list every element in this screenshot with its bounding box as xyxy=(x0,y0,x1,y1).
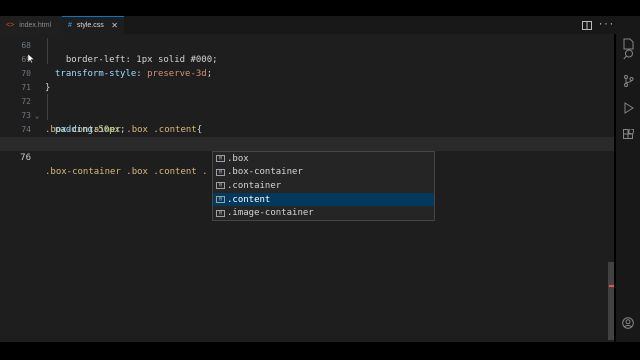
vertical-scrollbar[interactable] xyxy=(608,262,614,340)
suggestion-label: .box xyxy=(227,153,249,164)
more-actions-icon[interactable]: ··· xyxy=(598,19,614,31)
css-class-icon: ▤ xyxy=(216,196,225,204)
activity-bar xyxy=(616,34,640,342)
suggestion-item[interactable]: ▤ .box-container xyxy=(213,166,434,180)
source-control-icon[interactable] xyxy=(616,71,640,91)
extensions-icon[interactable] xyxy=(616,124,640,144)
suggestion-item[interactable]: ▤ .image-container xyxy=(213,206,434,220)
tab-label: style.css xyxy=(76,22,104,29)
css-class-icon: ▤ xyxy=(216,182,225,190)
suggestion-item[interactable]: ▤ .container xyxy=(213,179,434,193)
code-line-76-current[interactable]: 76 .box-container .box .content . xyxy=(0,137,614,177)
suggestion-item-selected[interactable]: ▤ .content xyxy=(213,192,434,207)
tab-label: index.html xyxy=(19,21,52,29)
code-line-70[interactable]: 70 } xyxy=(0,53,614,93)
line-number: 76 xyxy=(20,153,31,163)
split-editor-icon[interactable] xyxy=(581,19,593,31)
account-icon[interactable] xyxy=(616,313,640,333)
html-file-icon: <> xyxy=(6,21,15,29)
code-line-73[interactable]: 73 padding:50px; xyxy=(0,95,614,135)
code-line-75[interactable]: 75 xyxy=(0,123,614,148)
css-class-icon: ▤ xyxy=(216,209,225,217)
css-file-icon: # xyxy=(68,22,72,29)
search-icon[interactable] xyxy=(616,44,640,64)
tab-bar: <> index.html # style.css ✕ ··· xyxy=(0,16,640,34)
code-line-69[interactable]: 69 transform-style: preserve-3d; xyxy=(0,39,614,79)
css-class-icon: ▤ xyxy=(216,168,225,176)
suggestion-label: .box-container xyxy=(227,167,303,178)
error-marker xyxy=(609,285,614,287)
run-debug-icon[interactable] xyxy=(616,98,640,118)
code-line-74[interactable]: 74 } xyxy=(0,109,614,149)
close-tab-icon[interactable]: ✕ xyxy=(111,21,118,30)
css-class-icon: ▤ xyxy=(216,155,225,163)
css-selector: .box-container .box .content . xyxy=(45,167,208,177)
code-line-72[interactable]: 72 ⌄ .box-container .box .content{ xyxy=(0,81,614,135)
suggestion-item[interactable]: ▤ .box xyxy=(213,152,434,166)
suggestion-label: .image-container xyxy=(227,208,314,219)
tab-style-css[interactable]: # style.css ✕ xyxy=(62,16,124,34)
suggestion-label: .container xyxy=(227,180,282,191)
code-line-71[interactable]: 71 xyxy=(0,67,614,92)
tab-index-html[interactable]: <> index.html xyxy=(0,16,62,34)
autocomplete-suggestions: ▤ .box ▤ .box-container ▤ .container ▤ .… xyxy=(212,151,435,221)
suggestion-label: .content xyxy=(227,194,271,205)
mouse-cursor-icon xyxy=(27,53,35,65)
